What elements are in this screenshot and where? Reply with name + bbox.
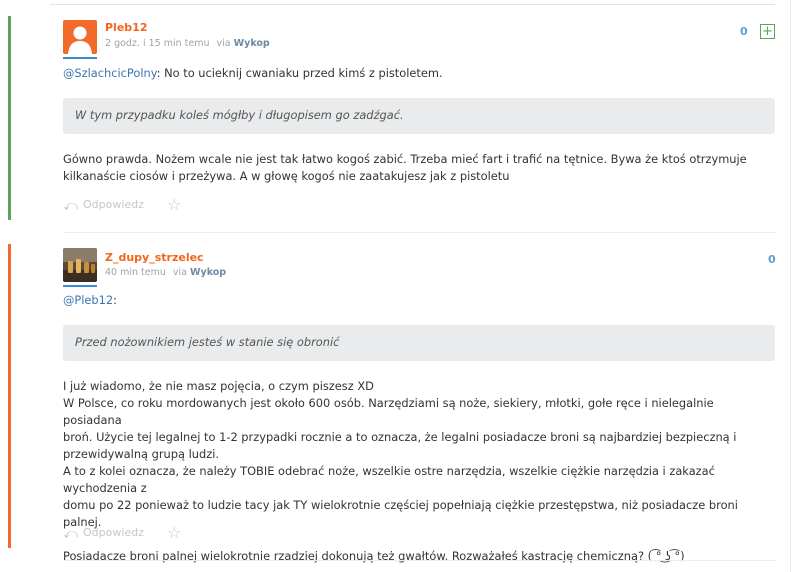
- vote-score: 0: [768, 253, 776, 266]
- comment-meta: 2 godz. i 15 min temu via Wykop: [105, 38, 270, 49]
- star-icon[interactable]: ☆: [167, 523, 181, 542]
- comment-separator: [63, 560, 775, 561]
- body-line: przewidywalną grupą ludzi.: [63, 447, 219, 461]
- vote-score: 0: [740, 25, 748, 38]
- comment-thread-bar: [8, 244, 11, 548]
- top-divider: [50, 4, 775, 5]
- body-line: broń. Użycie tej legalnej to 1-2 przypad…: [63, 430, 737, 444]
- first-line-text: : No to ucieknij cwaniaku przed kimś z p…: [156, 66, 443, 80]
- comment-first-line: @SzlachcicPolny: No to ucieknij cwaniaku…: [63, 65, 443, 82]
- reply-icon: ⤺: [63, 526, 78, 542]
- user-mention[interactable]: @Pleb12: [63, 293, 113, 307]
- via-label: via: [216, 38, 231, 49]
- first-line-text: :: [113, 293, 118, 307]
- comment-username[interactable]: Z_dupy_strzelec: [105, 251, 204, 264]
- comment-actions: ⤺ Odpowiedz: [63, 198, 144, 214]
- via-app[interactable]: Wykop: [234, 38, 270, 49]
- avatar-underline: [63, 57, 97, 59]
- comment-2: Z_dupy_strzelec 40 min temu via Wykop 0 …: [63, 248, 776, 563]
- comment-first-line: @Pleb12:: [63, 292, 117, 309]
- via-app[interactable]: Wykop: [190, 267, 226, 278]
- default-avatar-icon[interactable]: [63, 20, 97, 54]
- plus-icon[interactable]: +: [760, 24, 775, 39]
- comment-thread-bar: [8, 16, 11, 220]
- body-line: Posiadacze broni palnej wielokrotnie rza…: [63, 549, 685, 563]
- reply-button[interactable]: ⤺ Odpowiedz: [63, 526, 144, 542]
- reply-label: Odpowiedz: [82, 198, 144, 211]
- comment-body: Gówno prawda. Nożem wcale nie jest tak ł…: [63, 151, 775, 185]
- comment-meta: 40 min temu via Wykop: [105, 267, 226, 278]
- comment-separator: [63, 232, 775, 233]
- comment-actions: ⤺ Odpowiedz: [63, 526, 144, 542]
- comment-username[interactable]: Pleb12: [105, 21, 147, 34]
- avatar-underline: [63, 285, 97, 287]
- star-icon[interactable]: ☆: [167, 195, 181, 214]
- right-scroll-edge: [790, 0, 791, 572]
- body-line: I już wiadomo, że nie masz pojęcia, o cz…: [63, 379, 374, 393]
- comment-quote: W tym przypadku koleś mógłby i długopise…: [63, 98, 775, 134]
- comment-quote: Przed nożownikiem jesteś w stanie się ob…: [63, 325, 775, 361]
- via-label: via: [172, 267, 188, 278]
- body-line: kilkanaście ciosów i przeżywa. A w głowę…: [63, 169, 510, 183]
- reply-icon: ⤺: [63, 198, 78, 214]
- comment-1: Pleb12 2 godz. i 15 min temu via Wykop 0…: [63, 20, 775, 220]
- comment-time[interactable]: 40 min temu: [105, 267, 166, 278]
- comment-time[interactable]: 2 godz. i 15 min temu: [105, 38, 210, 49]
- user-mention[interactable]: @SzlachcicPolny: [63, 66, 157, 80]
- reply-button[interactable]: ⤺ Odpowiedz: [63, 198, 144, 214]
- body-line: W Polsce, co roku mordowanych jest około…: [63, 396, 714, 427]
- user-avatar[interactable]: [63, 248, 97, 282]
- body-line: A to z kolei oznacza, że należy TOBIE od…: [63, 464, 715, 495]
- reply-label: Odpowiedz: [82, 526, 144, 539]
- body-line: Gówno prawda. Nożem wcale nie jest tak ł…: [63, 152, 747, 166]
